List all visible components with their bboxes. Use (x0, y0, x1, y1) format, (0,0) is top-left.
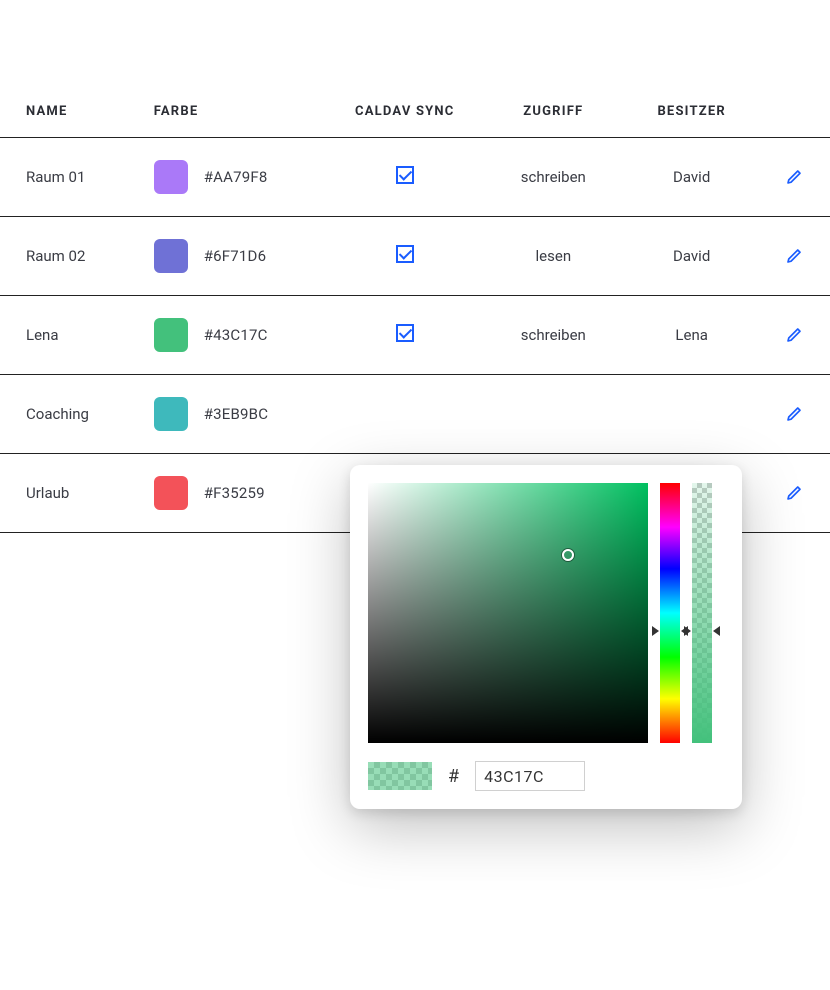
col-header-owner: BESITZER (625, 90, 758, 138)
cell-color: #3EB9BC (154, 375, 328, 454)
hex-input[interactable] (475, 761, 585, 791)
cell-access: schreiben (482, 296, 625, 375)
cell-owner: Lena (625, 296, 758, 375)
col-header-color: FARBE (154, 90, 328, 138)
col-header-actions (758, 90, 830, 138)
pencil-icon (785, 326, 803, 344)
saturation-value-area[interactable] (368, 483, 648, 743)
cell-access: schreiben (482, 138, 625, 217)
cell-color: #F35259 (154, 454, 328, 533)
hue-slider[interactable] (660, 483, 680, 743)
cell-name: Lena (0, 296, 154, 375)
table-row: Raum 02 #6F71D6 lesenDavid (0, 217, 830, 296)
edit-button[interactable] (780, 479, 808, 507)
cell-owner: David (625, 138, 758, 217)
caldav-checkbox[interactable] (396, 324, 414, 342)
alpha-slider[interactable] (692, 483, 712, 743)
cell-owner (625, 375, 758, 454)
cell-caldav (328, 296, 482, 375)
cell-actions (758, 217, 830, 296)
edit-button[interactable] (780, 163, 808, 191)
col-header-caldav: CALDAV SYNC (328, 90, 482, 138)
pencil-icon (785, 168, 803, 186)
color-hex-label: #6F71D6 (204, 247, 267, 265)
cell-caldav (328, 217, 482, 296)
pencil-icon (785, 247, 803, 265)
pencil-icon (785, 484, 803, 502)
col-header-name: NAME (0, 90, 154, 138)
edit-button[interactable] (780, 242, 808, 270)
table-row: Lena#43C17CschreibenLena (0, 296, 830, 375)
cell-actions (758, 138, 830, 217)
color-swatch[interactable] (154, 239, 188, 273)
color-swatch[interactable] (154, 397, 188, 431)
cell-actions (758, 454, 830, 533)
cell-owner: David (625, 217, 758, 296)
table-row: Coaching #3EB9BC (0, 375, 830, 454)
pencil-icon (785, 405, 803, 423)
color-swatch[interactable] (154, 476, 188, 510)
cell-name: Urlaub (0, 454, 154, 533)
cell-actions (758, 296, 830, 375)
cell-access: lesen (482, 217, 625, 296)
color-swatch[interactable] (154, 318, 188, 352)
color-hex-label: #AA79F8 (204, 168, 268, 186)
cell-caldav (328, 375, 482, 454)
alpha-handle-right[interactable] (713, 626, 720, 636)
table-row: Raum 01 #AA79F8 schreibenDavid (0, 138, 830, 217)
cell-access (482, 375, 625, 454)
edit-button[interactable] (780, 400, 808, 428)
color-hex-label: #43C17C (204, 326, 268, 344)
cell-color: #43C17C (154, 296, 328, 375)
hex-hash-label: # (448, 766, 459, 787)
cell-actions (758, 375, 830, 454)
caldav-checkbox[interactable] (396, 245, 414, 263)
cell-name: Raum 02 (0, 217, 154, 296)
cell-name: Coaching (0, 375, 154, 454)
color-hex-label: #F35259 (204, 484, 265, 502)
cell-caldav (328, 138, 482, 217)
alpha-handle-left[interactable] (684, 626, 691, 636)
color-swatch[interactable] (154, 160, 188, 194)
cell-color: #6F71D6 (154, 217, 328, 296)
caldav-checkbox[interactable] (396, 166, 414, 184)
cell-name: Raum 01 (0, 138, 154, 217)
cell-color: #AA79F8 (154, 138, 328, 217)
sv-cursor[interactable] (562, 549, 574, 561)
color-preview-swatch (368, 762, 432, 790)
color-picker-popover: # (350, 465, 742, 809)
color-hex-label: #3EB9BC (204, 405, 268, 423)
col-header-access: ZUGRIFF (482, 90, 625, 138)
hue-handle-left[interactable] (652, 626, 659, 636)
edit-button[interactable] (780, 321, 808, 349)
